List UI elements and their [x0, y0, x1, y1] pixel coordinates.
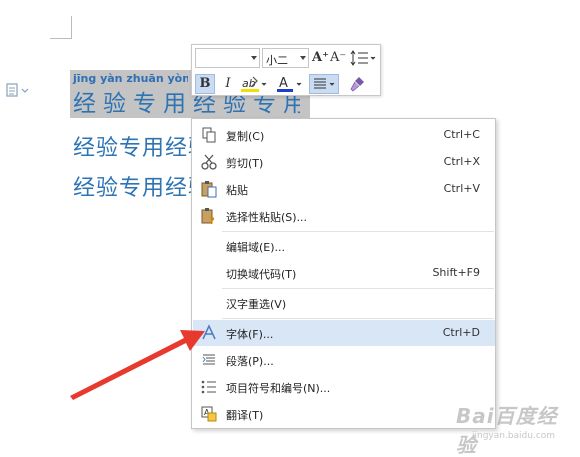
menu-item-cut[interactable]: 剪切(T) Ctrl+X — [193, 149, 495, 175]
highlighter-icon: ab — [241, 76, 267, 92]
font-size-value: 小二 — [266, 54, 288, 67]
document-line-2[interactable]: 经验专用经验专用 — [73, 130, 194, 162]
format-painter-button[interactable] — [347, 74, 369, 94]
menu-item-label: 编辑域(E)... — [226, 241, 286, 254]
menu-item-label: 翻译(T) — [226, 409, 264, 422]
shrink-font-button[interactable]: A⁻ — [330, 48, 346, 68]
svg-text:?: ? — [209, 216, 215, 225]
chevron-down-icon — [251, 56, 257, 60]
menu-item-shortcut: Ctrl+V — [443, 182, 480, 195]
watermark-text: Bai百度经验 — [456, 404, 558, 457]
align-justify-icon — [314, 78, 335, 89]
font-color-button[interactable]: A — [275, 74, 305, 94]
menu-separator — [222, 231, 494, 232]
document-line-3[interactable]: 经验专用经验专用 — [73, 170, 194, 202]
menu-item-bullets-numbering[interactable]: 项目符号和编号(N)... — [193, 374, 495, 400]
line2-clip: 经验专用经验专用 — [70, 128, 194, 162]
menu-item-label: 字体(F)... — [226, 328, 274, 341]
cut-icon — [200, 153, 218, 171]
font-color-icon: A — [277, 76, 302, 92]
bold-button[interactable]: B — [195, 74, 215, 94]
menu-item-label: 段落(P)... — [226, 355, 274, 368]
menu-item-shortcut: Ctrl+C — [443, 128, 480, 141]
paragraph-handle-icon[interactable] — [5, 82, 31, 98]
menu-item-toggle-field-code[interactable]: 切换域代码(T) Shift+F9 — [193, 260, 495, 286]
baidu-watermark: Bai百度经验 jingyan.baidu.com — [448, 398, 578, 457]
menu-item-shortcut: Ctrl+X — [443, 155, 480, 168]
highlight-button[interactable]: ab — [239, 74, 271, 94]
menu-item-label: 汉字重选(V) — [226, 298, 287, 311]
menu-item-label: 粘贴 — [226, 184, 248, 197]
menu-item-paste-special[interactable]: ? 选择性粘贴(S)... — [193, 203, 495, 229]
chevron-down-icon — [300, 56, 306, 60]
watermark-url: jingyan.baidu.com — [472, 431, 556, 441]
menu-item-shortcut: Shift+F9 — [432, 266, 480, 279]
italic-button[interactable]: I — [219, 74, 237, 94]
page-corner-mark — [50, 38, 72, 39]
menu-item-paragraph[interactable]: 段落(P)... — [193, 347, 495, 373]
menu-item-label: 剪切(T) — [226, 157, 264, 170]
paste-special-icon: ? — [200, 207, 218, 227]
menu-separator — [222, 318, 494, 319]
line3-clip: 经验专用经验专用 — [70, 168, 194, 202]
menu-item-label: 项目符号和编号(N)... — [226, 382, 331, 395]
context-menu: 复制(C) Ctrl+C 剪切(T) Ctrl+X 粘贴 Ctrl+V ? 选择… — [191, 118, 496, 429]
paragraph-icon — [200, 351, 218, 369]
line-spacing-button[interactable] — [349, 48, 377, 68]
font-name-dropdown[interactable] — [195, 48, 260, 68]
paste-icon — [200, 180, 218, 198]
grow-font-button[interactable]: A⁺ — [312, 48, 329, 68]
menu-item-reconvert[interactable]: 汉字重选(V) — [193, 290, 495, 316]
svg-text:A: A — [279, 76, 288, 91]
page-corner-mark — [71, 16, 72, 38]
menu-item-label: 选择性粘贴(S)... — [226, 211, 308, 224]
font-icon — [200, 324, 218, 342]
menu-separator — [222, 288, 494, 289]
bullets-icon — [200, 378, 218, 396]
font-size-dropdown[interactable]: 小二 — [262, 48, 309, 68]
menu-item-font[interactable]: 字体(F)... Ctrl+D — [193, 320, 495, 346]
copy-icon — [200, 126, 218, 144]
menu-item-copy[interactable]: 复制(C) Ctrl+C — [193, 122, 495, 148]
align-button[interactable] — [309, 74, 339, 94]
format-painter-icon — [350, 77, 364, 92]
menu-item-shortcut: Ctrl+D — [442, 326, 480, 339]
line-spacing-icon — [350, 50, 376, 66]
menu-item-edit-field[interactable]: 编辑域(E)... — [193, 233, 495, 259]
menu-item-label: 复制(C) — [226, 130, 265, 143]
mini-toolbar: 小二 A⁺ A⁻ B I ab A — [191, 44, 381, 96]
menu-item-label: 切换域代码(T) — [226, 268, 297, 281]
menu-item-paste[interactable]: 粘贴 Ctrl+V — [193, 176, 495, 202]
translate-icon: A — [200, 405, 218, 423]
